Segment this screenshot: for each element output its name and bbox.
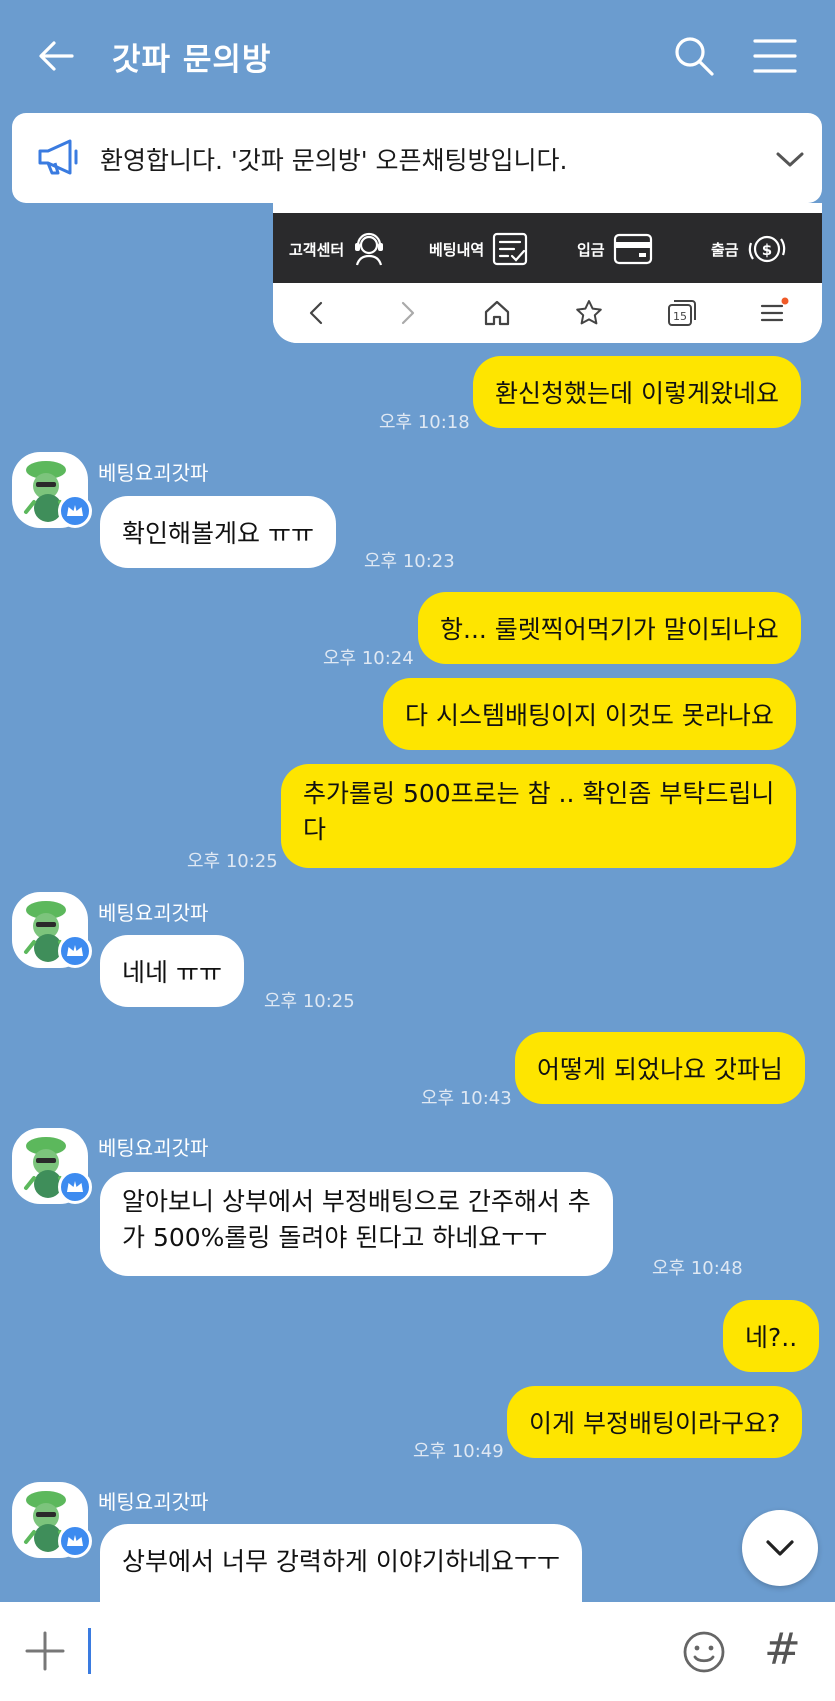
- message-text: 확인해볼게요 ㅠㅠ: [122, 519, 314, 548]
- menu-icon[interactable]: [752, 36, 798, 76]
- message-text: 환신청했는데 이렇게왔네요: [495, 379, 779, 408]
- message-time: 오후 10:48: [652, 1258, 743, 1279]
- menu-label: 출금: [711, 240, 739, 259]
- my-message-bubble[interactable]: 항... 룰렛찍어먹기가 말이되나요: [418, 592, 801, 664]
- plus-icon[interactable]: [24, 1630, 66, 1672]
- search-icon[interactable]: [672, 34, 716, 78]
- menu-label: 입금: [577, 240, 605, 259]
- browser-menu-icon: [757, 297, 789, 329]
- message-text: 항... 룰렛찍어먹기가 말이되나요: [440, 615, 779, 644]
- checklist-icon: [493, 232, 528, 266]
- nav-back-icon: [309, 301, 323, 325]
- message-text: 네네 ㅠㅠ: [122, 958, 222, 987]
- crown-badge-icon: [58, 934, 92, 968]
- crown-badge-icon: [58, 1524, 92, 1558]
- my-message-bubble[interactable]: 추가롤링 500프로는 참 .. 확인좀 부탁드립니 다: [281, 764, 797, 868]
- message-text: 네?..: [745, 1323, 798, 1352]
- message-time: 오후 10:23: [364, 551, 455, 572]
- menu-withdraw: 출금 $: [711, 231, 791, 267]
- crown-badge-icon: [58, 494, 92, 528]
- message-text: 어떻게 되었나요 갓파님: [537, 1055, 783, 1084]
- message-time: 오후 10:25: [264, 991, 355, 1012]
- chevron-down-icon[interactable]: [772, 141, 808, 177]
- notice-banner[interactable]: 환영합니다. '갓파 문의방' 오픈채팅방입니다.: [12, 113, 822, 203]
- hashtag-icon[interactable]: #: [764, 1624, 801, 1675]
- bookmark-star-icon: [576, 300, 602, 325]
- nav-forward-icon: [401, 301, 415, 325]
- my-message-bubble[interactable]: 환신청했는데 이렇게왔네요: [473, 356, 801, 428]
- chat-header: 갓파 문의방: [0, 0, 835, 112]
- chevron-down-icon: [766, 1540, 794, 1556]
- message-time: 오후 10:43: [421, 1088, 512, 1109]
- crown-badge-icon: [58, 1170, 92, 1204]
- my-message-bubble[interactable]: 이게 부정배팅이라구요?: [507, 1386, 803, 1458]
- svg-text:15: 15: [673, 310, 687, 323]
- message-text-line: 추가롤링 500프로는 참 .. 확인좀 부탁드립니: [303, 779, 775, 808]
- tabs-icon: 15: [665, 297, 697, 329]
- message-time: 오후 10:49: [413, 1441, 504, 1462]
- message-text: 상부에서 너무 강력하게 이야기하네요ㅜㅜ: [122, 1547, 560, 1576]
- message-input[interactable]: [88, 1628, 91, 1674]
- emoji-icon[interactable]: [682, 1630, 726, 1674]
- menu-label: 고객센터: [289, 240, 345, 259]
- my-message-bubble[interactable]: 다 시스템배팅이지 이것도 못라나요: [383, 678, 796, 750]
- message-input-bar: #: [0, 1602, 835, 1701]
- my-message-bubble[interactable]: 어떻게 되었나요 갓파님: [515, 1032, 805, 1104]
- my-message-bubble[interactable]: 네?..: [723, 1300, 820, 1372]
- headset-icon: [355, 232, 384, 266]
- message-text: 이게 부정배팅이라구요?: [529, 1409, 781, 1438]
- message-time: 오후 10:18: [379, 412, 470, 433]
- avatar[interactable]: [12, 1128, 92, 1204]
- menu-bet-history: 베팅내역: [429, 231, 528, 267]
- notice-text: 환영합니다. '갓파 문의방' 오픈채팅방입니다.: [100, 146, 568, 175]
- other-message-bubble[interactable]: 네네 ㅠㅠ: [100, 935, 244, 1007]
- home-icon: [484, 300, 510, 326]
- message-text-line: 알아보니 상부에서 부정배팅으로 간주해서 추: [122, 1187, 591, 1216]
- megaphone-icon: [38, 139, 78, 175]
- menu-customer-center: 고객센터: [289, 231, 386, 267]
- card-icon: [613, 233, 652, 265]
- menu-deposit: 입금: [577, 231, 653, 267]
- sender-name: 베팅요괴갓파: [98, 1490, 209, 1514]
- image-top-menu: 고객센터 베팅내역 입금 출금 $: [273, 213, 822, 283]
- message-time: 오후 10:24: [323, 648, 414, 669]
- image-message[interactable]: 고객센터 베팅내역 입금 출금 $ 15: [273, 203, 822, 343]
- other-message-bubble[interactable]: 알아보니 상부에서 부정배팅으로 간주해서 추 가 500%롤링 돌려야 된다고…: [100, 1172, 613, 1276]
- message-text: 다 시스템배팅이지 이것도 못라나요: [405, 701, 774, 730]
- sender-name: 베팅요괴갓파: [98, 461, 209, 485]
- browser-nav-bar: 15: [273, 283, 822, 343]
- sender-name: 베팅요괴갓파: [98, 901, 209, 925]
- dollar-cycle-icon: $: [748, 235, 785, 263]
- avatar[interactable]: [12, 1482, 92, 1558]
- svg-text:$: $: [761, 241, 771, 259]
- other-message-bubble[interactable]: 상부에서 너무 강력하게 이야기하네요ㅜㅜ: [100, 1524, 582, 1614]
- avatar[interactable]: [12, 892, 92, 968]
- sender-name: 베팅요괴갓파: [98, 1136, 209, 1160]
- message-text-line: 다: [303, 815, 327, 844]
- avatar[interactable]: [12, 452, 92, 528]
- message-text-line: 가 500%롤링 돌려야 된다고 하네요ㅜㅜ: [122, 1223, 548, 1252]
- message-time: 오후 10:25: [187, 851, 278, 872]
- menu-label: 베팅내역: [429, 240, 485, 259]
- scroll-to-bottom-button[interactable]: [742, 1510, 818, 1586]
- other-message-bubble[interactable]: 확인해볼게요 ㅠㅠ: [100, 496, 336, 568]
- chat-title: 갓파 문의방: [112, 42, 272, 78]
- back-arrow-icon[interactable]: [34, 34, 78, 78]
